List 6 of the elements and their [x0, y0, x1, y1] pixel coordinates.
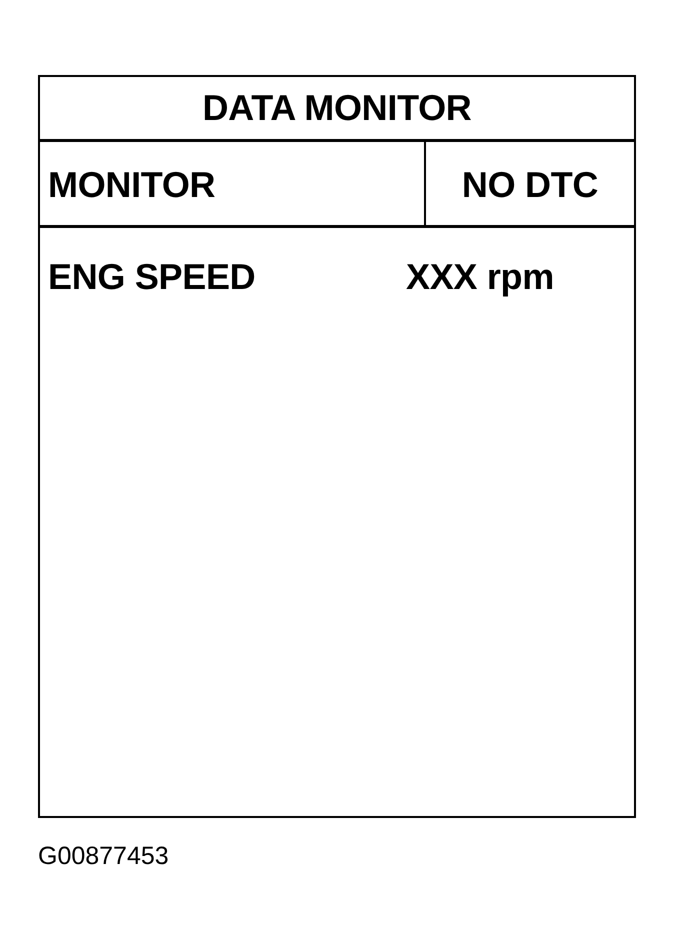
figure-code: G00877453 — [38, 844, 169, 869]
status-text: NO DTC — [462, 167, 598, 203]
screen-title: DATA MONITOR — [202, 90, 472, 126]
parameter-value: XXX rpm — [406, 259, 555, 295]
mode-label: MONITOR — [48, 167, 216, 203]
parameter-name: ENG SPEED — [48, 259, 256, 295]
